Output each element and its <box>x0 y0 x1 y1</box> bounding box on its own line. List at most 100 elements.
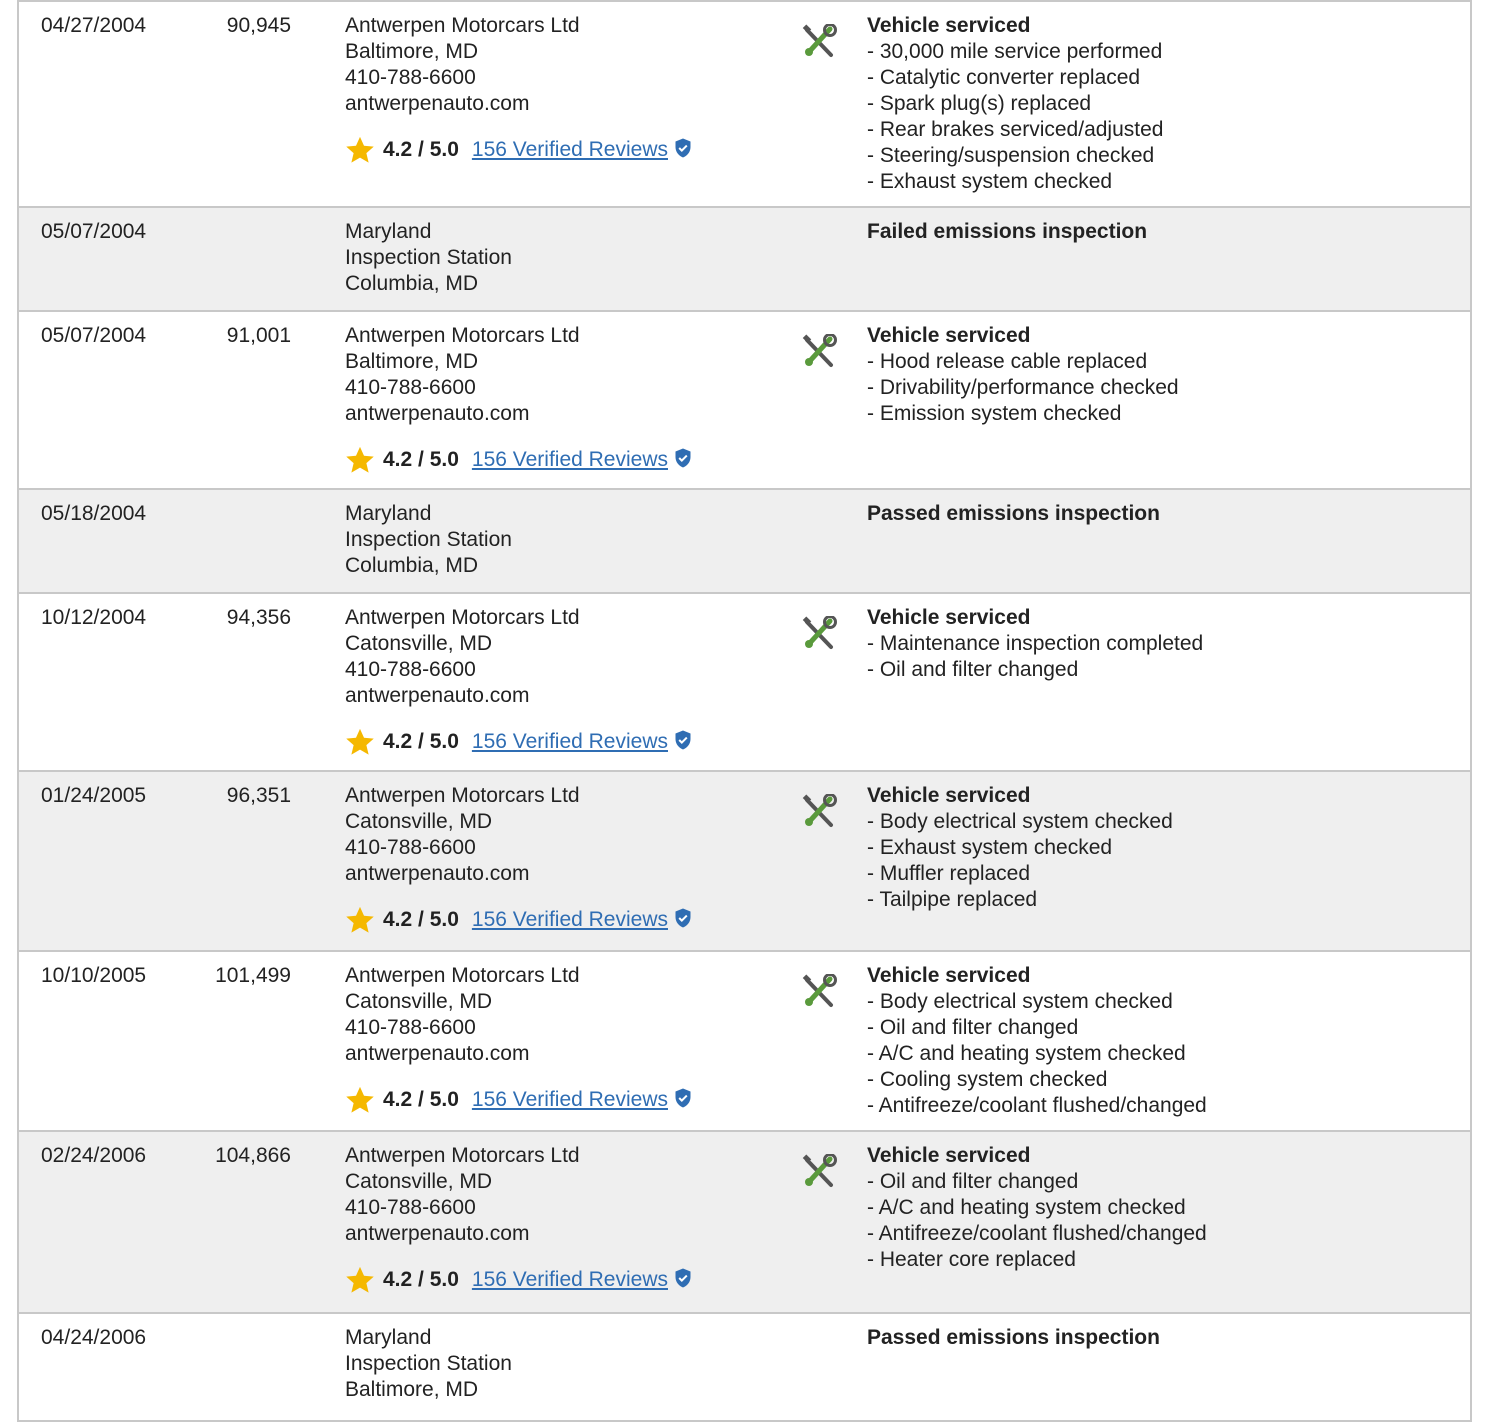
source-line[interactable]: 410-788-6600 <box>345 65 692 91</box>
wrench-screwdriver-icon <box>802 794 837 827</box>
source-line[interactable]: 410-788-6600 <box>345 1195 692 1221</box>
source-line: Antwerpen Motorcars Ltd <box>345 784 580 807</box>
record-comments: Passed emissions inspection <box>867 501 1160 527</box>
verified-reviews-link[interactable]: 156 Verified Reviews <box>472 907 668 933</box>
table-row: 04/24/2006 Maryland Inspection Station Balt… <box>19 1314 1470 1422</box>
rating-block: 4.2 / 5.0 156 Verified Reviews <box>345 445 692 475</box>
record-source: Maryland Inspection Station Columbia, MD <box>345 501 512 579</box>
record-comments: Vehicle serviced - 30,000 mile service pe… <box>867 13 1163 195</box>
comment-item: - Exhaust system checked <box>867 836 1113 859</box>
source-line[interactable]: 410-788-6600 <box>345 1015 692 1041</box>
comment-item: - Oil and filter changed <box>867 1170 1079 1193</box>
record-odometer: 104,866 <box>215 1144 291 1167</box>
source-line[interactable]: antwerpenauto.com <box>345 401 692 427</box>
rating-score: 4.2 / 5.0 <box>383 1268 459 1291</box>
record-date: 04/27/2004 <box>41 14 147 37</box>
wrench-screwdriver-icon <box>802 974 837 1007</box>
comment-heading: Failed emissions inspection <box>867 220 1148 243</box>
rating-block: 4.2 / 5.0 156 Verified Reviews <box>345 905 692 935</box>
rating-score: 4.2 / 5.0 <box>383 1088 459 1111</box>
comment-item: - Oil and filter changed <box>867 658 1079 681</box>
comment-item: - Antifreeze/coolant flushed/changed <box>867 1094 1207 1117</box>
source-line: Baltimore, MD <box>345 1378 479 1401</box>
table-row: 04/27/2004 90,945 Antwerpen Motorcars Ltd B… <box>19 2 1470 208</box>
source-line: Maryland <box>345 1326 432 1349</box>
record-date: 05/18/2004 <box>41 502 147 525</box>
source-line: Inspection Station <box>345 246 512 269</box>
record-comments: Vehicle serviced - Maintenance inspection… <box>867 605 1203 683</box>
comment-item: - Muffler replaced <box>867 862 1031 885</box>
comment-item: - Maintenance inspection completed <box>867 632 1204 655</box>
source-line[interactable]: 410-788-6600 <box>345 657 692 683</box>
star-icon <box>346 1086 374 1113</box>
source-line: Baltimore, MD <box>345 40 479 63</box>
comment-item: - Cooling system checked <box>867 1068 1108 1091</box>
record-date: 04/24/2006 <box>41 1326 147 1349</box>
rating-score: 4.2 / 5.0 <box>383 730 459 753</box>
verified-shield-icon <box>675 730 691 750</box>
record-source: Antwerpen Motorcars Ltd Baltimore, MD 410-… <box>345 323 692 475</box>
verified-shield-icon <box>675 1268 691 1288</box>
source-line[interactable]: 410-788-6600 <box>345 835 692 861</box>
table-row: 05/07/2004 91,001 Antwerpen Motorcars Ltd B… <box>19 312 1470 490</box>
source-line[interactable]: antwerpenauto.com <box>345 861 692 887</box>
verified-reviews-link[interactable]: 156 Verified Reviews <box>472 1087 668 1113</box>
source-line[interactable]: antwerpenauto.com <box>345 91 692 117</box>
star-icon <box>346 1266 374 1293</box>
verified-reviews-link[interactable]: 156 Verified Reviews <box>472 137 668 163</box>
verified-reviews-link[interactable]: 156 Verified Reviews <box>472 1267 668 1293</box>
source-line[interactable]: 410-788-6600 <box>345 375 692 401</box>
table-row: 02/24/2006 104,866 Antwerpen Motorcars Ltd… <box>19 1132 1470 1314</box>
rating-block: 4.2 / 5.0 156 Verified Reviews <box>345 1265 692 1295</box>
rating-block: 4.2 / 5.0 156 Verified Reviews <box>345 727 692 757</box>
verified-shield-icon <box>675 138 691 158</box>
source-line: Antwerpen Motorcars Ltd <box>345 324 580 347</box>
source-line: Antwerpen Motorcars Ltd <box>345 1144 580 1167</box>
record-comments: Vehicle serviced - Body electrical system… <box>867 963 1207 1119</box>
source-line[interactable]: antwerpenauto.com <box>345 683 692 709</box>
comment-heading: Vehicle serviced <box>867 784 1031 807</box>
record-comments: Passed emissions inspection <box>867 1325 1160 1351</box>
source-line: Catonsville, MD <box>345 810 493 833</box>
record-source: Maryland Inspection Station Baltimore, MD <box>345 1325 512 1403</box>
comment-heading: Passed emissions inspection <box>867 502 1160 525</box>
comment-heading: Passed emissions inspection <box>867 1326 1160 1349</box>
record-comments: Vehicle serviced - Oil and filter changed… <box>867 1143 1207 1273</box>
source-line: Inspection Station <box>345 1352 512 1375</box>
comment-item: - Emission system checked <box>867 402 1122 425</box>
table-row: 05/07/2004 Maryland Inspection Station Colu… <box>19 208 1470 312</box>
comment-item: - 30,000 mile service performed <box>867 40 1163 63</box>
comment-item: - Hood release cable replaced <box>867 350 1148 373</box>
star-icon <box>346 446 374 473</box>
record-odometer: 96,351 <box>226 784 291 807</box>
source-line: Columbia, MD <box>345 272 479 295</box>
record-source: Maryland Inspection Station Columbia, MD <box>345 219 512 297</box>
comment-item: - Oil and filter changed <box>867 1016 1079 1039</box>
source-line: Columbia, MD <box>345 554 479 577</box>
record-odometer: 91,001 <box>226 324 291 347</box>
source-line: Catonsville, MD <box>345 990 493 1013</box>
source-line: Antwerpen Motorcars Ltd <box>345 964 580 987</box>
comment-heading: Vehicle serviced <box>867 606 1031 629</box>
record-source: Antwerpen Motorcars Ltd Catonsville, MD 41… <box>345 963 692 1115</box>
record-date: 05/07/2004 <box>41 324 147 347</box>
source-line: Catonsville, MD <box>345 632 493 655</box>
record-date: 10/12/2004 <box>41 606 147 629</box>
comment-item: - A/C and heating system checked <box>867 1042 1186 1065</box>
record-comments: Vehicle serviced - Body electrical system… <box>867 783 1173 913</box>
comment-heading: Vehicle serviced <box>867 964 1031 987</box>
source-line[interactable]: antwerpenauto.com <box>345 1041 692 1067</box>
verified-shield-icon <box>675 448 691 468</box>
table-row: 10/10/2005 101,499 Antwerpen Motorcars Ltd… <box>19 952 1470 1132</box>
comment-item: - Exhaust system checked <box>867 170 1113 193</box>
source-line: Maryland <box>345 220 432 243</box>
source-line[interactable]: antwerpenauto.com <box>345 1221 692 1247</box>
record-date: 05/07/2004 <box>41 220 147 243</box>
verified-shield-icon <box>675 1088 691 1108</box>
record-date: 02/24/2006 <box>41 1144 147 1167</box>
wrench-screwdriver-icon <box>802 1154 837 1187</box>
source-line: Maryland <box>345 502 432 525</box>
verified-reviews-link[interactable]: 156 Verified Reviews <box>472 447 668 473</box>
comment-item: - A/C and heating system checked <box>867 1196 1186 1219</box>
verified-reviews-link[interactable]: 156 Verified Reviews <box>472 729 668 755</box>
